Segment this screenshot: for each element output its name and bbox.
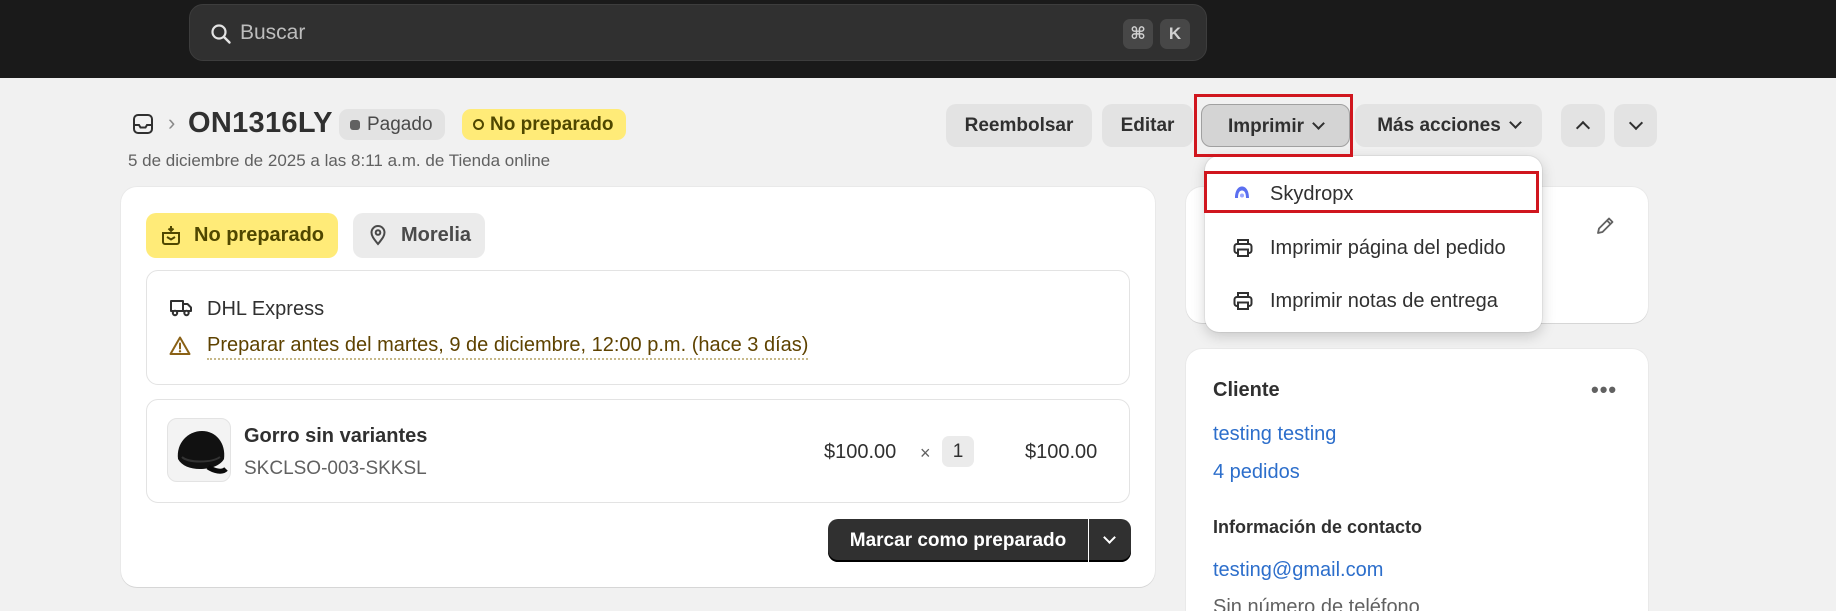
breadcrumb-chevron-icon: ›: [168, 110, 176, 135]
customer-email-link[interactable]: testing@gmail.com: [1213, 559, 1383, 582]
customer-name-link[interactable]: testing testing: [1213, 423, 1336, 446]
location-pin-icon: [370, 225, 386, 246]
line-item: Gorro sin variantes SKCLSO-003-SKKSL $10…: [146, 399, 1130, 503]
menu-item-label: Imprimir página del pedido: [1270, 237, 1506, 259]
order-number: ON1316LY: [188, 107, 333, 139]
more-actions-label: Más acciones: [1377, 115, 1501, 136]
orders-inbox-icon[interactable]: [132, 113, 154, 135]
shortcut-k-key: K: [1160, 19, 1190, 49]
product-sku: SKCLSO-003-SKKSL: [244, 458, 427, 479]
chevron-down-icon: [1312, 117, 1325, 130]
order-date: 5 de diciembre de 2025 a las 8:11 a.m. d…: [128, 151, 551, 170]
menu-item-print-packing-slips[interactable]: Imprimir notas de entrega: [1213, 278, 1534, 322]
pencil-icon[interactable]: [1594, 215, 1616, 237]
previous-order-button[interactable]: [1561, 104, 1605, 147]
next-order-button[interactable]: [1614, 104, 1657, 147]
unfulfilled-tag-label: No preparado: [194, 224, 325, 246]
refund-button[interactable]: Reembolsar: [946, 104, 1092, 147]
beanie-image: [177, 431, 228, 474]
product-name[interactable]: Gorro sin variantes: [244, 425, 427, 448]
chevron-down-icon: [1103, 531, 1116, 544]
unfulfilled-tag: No preparado: [146, 213, 339, 258]
contact-info-title: Información de contacto: [1213, 517, 1423, 537]
location-tag-label: Morelia: [401, 224, 472, 246]
search-icon: [211, 24, 231, 44]
fulfillment-status-badge: No preparado: [462, 109, 626, 140]
unfulfilled-box-icon: [162, 226, 180, 245]
customer-orders-link[interactable]: 4 pedidos: [1213, 461, 1300, 484]
no-phone-text: Sin número de teléfono: [1213, 596, 1420, 611]
chevron-down-icon: [1508, 116, 1522, 129]
print-button-label: Imprimir: [1227, 116, 1305, 137]
location-tag[interactable]: Morelia: [353, 213, 486, 258]
more-options-icon[interactable]: •••: [1591, 377, 1617, 403]
truck-icon: [170, 300, 192, 317]
more-actions-button[interactable]: Más acciones: [1355, 104, 1542, 147]
shortcut-cmd-key: ⌘: [1123, 19, 1153, 49]
top-bar: ⌘ K: [0, 0, 1836, 78]
search-input[interactable]: [240, 17, 1040, 49]
print-dropdown-menu: Skydropx Imprimir página del pedido Impr…: [1205, 156, 1542, 332]
customer-card: Cliente ••• testing testing 4 pedidos In…: [1186, 349, 1648, 611]
menu-item-skydropx[interactable]: Skydropx: [1213, 171, 1534, 215]
mark-as-fulfilled-button[interactable]: Marcar como preparado: [828, 519, 1088, 562]
fulfill-options-button[interactable]: [1089, 519, 1131, 562]
print-button[interactable]: Imprimir: [1201, 104, 1350, 147]
skydropx-icon: [1235, 186, 1249, 198]
carrier-name: DHL Express: [207, 298, 325, 320]
printer-icon: [1233, 239, 1253, 257]
payment-status-badge: Pagado: [339, 109, 445, 140]
shipping-info-box: DHL Express Preparar antes del martes, 9…: [146, 270, 1130, 385]
product-thumbnail[interactable]: [167, 418, 231, 482]
customer-title: Cliente: [1213, 379, 1280, 401]
chevron-up-icon: [1575, 120, 1591, 136]
fulfill-deadline: Preparar antes del martes, 9 de diciembr…: [207, 334, 809, 360]
menu-item-label: Skydropx: [1270, 183, 1354, 205]
printer-icon: [1233, 292, 1253, 310]
edit-button[interactable]: Editar: [1102, 104, 1193, 147]
fulfillment-card: No preparado Morelia DHL Express Prepara…: [121, 187, 1155, 587]
line-total: $100.00: [1025, 441, 1098, 463]
quantity-badge: 1: [942, 436, 974, 467]
times-sign: ×: [920, 443, 931, 463]
warning-icon: [169, 336, 191, 355]
search-bar[interactable]: ⌘ K: [189, 4, 1207, 61]
menu-item-print-order-page[interactable]: Imprimir página del pedido: [1213, 225, 1534, 269]
chevron-down-icon: [1628, 115, 1643, 131]
unit-price: $100.00: [824, 441, 897, 463]
menu-item-label: Imprimir notas de entrega: [1270, 290, 1498, 312]
